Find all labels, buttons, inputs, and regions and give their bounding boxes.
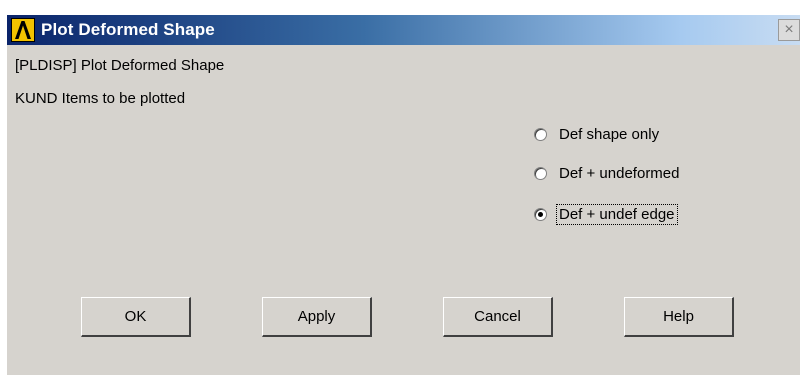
radio-def-plus-undeformed[interactable]: Def + undeformed [534, 160, 682, 186]
radio-label: Def + undef edge [556, 203, 678, 225]
close-icon: × [784, 21, 794, 38]
radio-button-selected[interactable] [534, 207, 547, 221]
radio-def-plus-undef-edge[interactable]: Def + undef edge [534, 201, 678, 227]
radio-button[interactable] [534, 127, 547, 141]
ok-button[interactable]: OK [81, 297, 191, 337]
radio-button[interactable] [534, 166, 547, 180]
help-button[interactable]: Help [624, 297, 734, 337]
apply-button[interactable]: Apply [262, 297, 372, 337]
cancel-button[interactable]: Cancel [443, 297, 553, 337]
radio-label: Def + undeformed [559, 164, 680, 182]
radio-def-shape-only[interactable]: Def shape only [534, 121, 661, 147]
close-button[interactable]: × [778, 19, 800, 41]
dialog-window: Plot Deformed Shape × [PLDISP] Plot Defo… [6, 14, 800, 375]
title-bar[interactable]: Plot Deformed Shape × [7, 15, 800, 45]
window-title: Plot Deformed Shape [41, 20, 215, 39]
radio-label: Def shape only [559, 125, 660, 143]
command-label: [PLDISP] Plot Deformed Shape [15, 57, 225, 74]
ansys-logo-icon [11, 18, 35, 42]
kund-label: KUND Items to be plotted [15, 90, 186, 107]
